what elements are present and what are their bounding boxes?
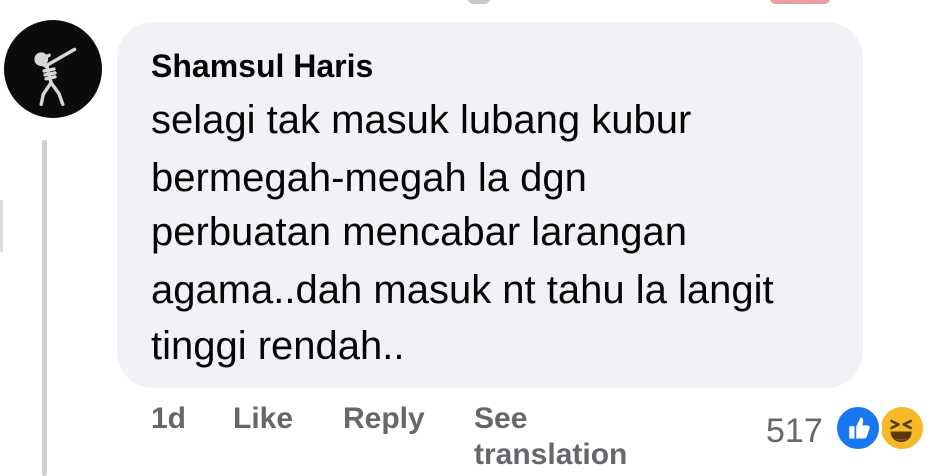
comment-author[interactable]: Shamsul Haris <box>151 48 373 85</box>
thread-line <box>42 140 47 476</box>
left-edge-divider <box>0 200 3 252</box>
comment-text-line: tinggi rendah.. <box>151 324 405 368</box>
haha-icon[interactable] <box>878 404 926 452</box>
see-translation-line2[interactable]: translation <box>474 440 627 470</box>
dancing-skeleton-icon <box>34 47 77 106</box>
previous-comment-fragment <box>468 0 490 4</box>
reaction-count[interactable]: 517 <box>766 414 823 448</box>
reply-button[interactable]: Reply <box>343 404 425 434</box>
comment-text-line: bermegah-megah la dgn <box>151 156 587 200</box>
comment-text-line: agama..dah masuk nt tahu la langit <box>151 268 774 312</box>
comment-timestamp[interactable]: 1d <box>151 404 186 434</box>
avatar[interactable] <box>4 20 102 118</box>
comment-text-line: perbuatan mencabar larangan <box>151 210 687 254</box>
see-translation-line1[interactable]: See <box>474 404 527 434</box>
comment-text-line: selagi tak masuk lubang kubur <box>151 98 692 142</box>
like-icon[interactable] <box>834 404 882 452</box>
previous-reaction-fragment <box>770 0 830 4</box>
like-button[interactable]: Like <box>233 404 293 434</box>
